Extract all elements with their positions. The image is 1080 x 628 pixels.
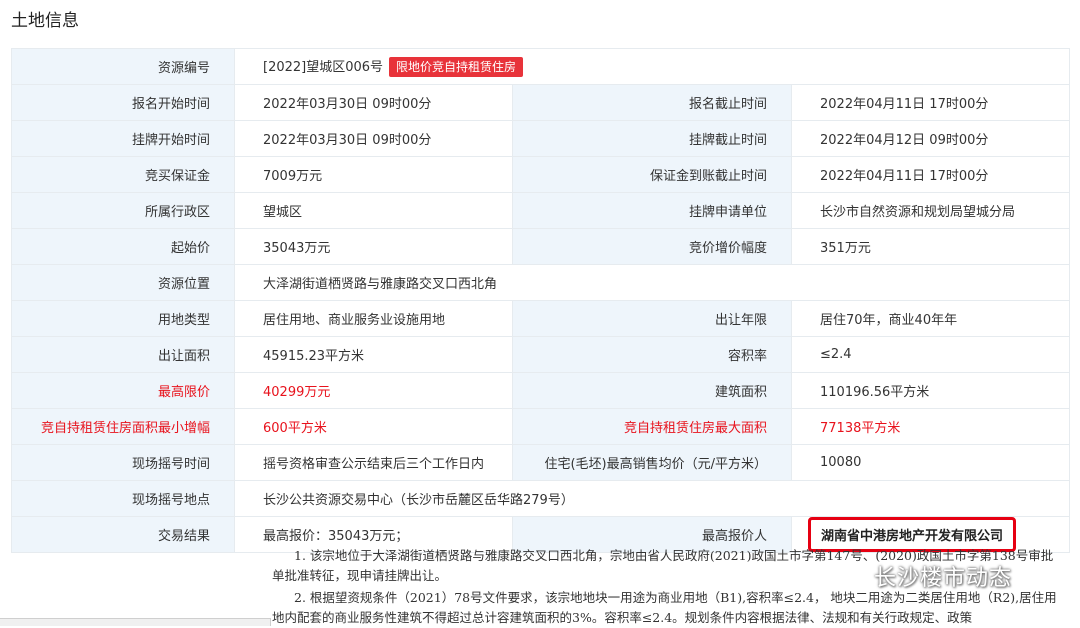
wechat-icon xyxy=(836,564,867,587)
table-cell-label: 竞买保证金 xyxy=(11,156,235,193)
table-cell-value: 大泽湖街道栖贤路与雅康路交叉口西北角 xyxy=(233,264,1071,301)
table-cell-value: 45915.23平方米 xyxy=(234,336,513,373)
max-area-value: 77138平方米 xyxy=(790,408,1071,445)
table-cell-label: 起始价 xyxy=(11,228,235,265)
min-increment-label: 竞自持租赁住房面积最小增幅 xyxy=(11,408,235,445)
table-row: 竞买保证金 7009万元 保证金到账截止时间 2022年04月11日 17时00… xyxy=(11,156,1071,193)
table-row: 挂牌开始时间 2022年03月30日 09时00分 挂牌截止时间 2022年04… xyxy=(11,120,1071,157)
table-cell-label: 挂牌申请单位 xyxy=(512,192,792,229)
table-cell-label: 保证金到账截止时间 xyxy=(512,156,792,193)
table-cell-value: 2022年03月30日 09时00分 xyxy=(234,120,513,157)
table-cell-label: 用地类型 xyxy=(11,300,235,337)
rental-housing-tag: 限地价竞自持租赁住房 xyxy=(389,57,524,78)
table-cell-value: ≤2.4 xyxy=(790,336,1071,373)
table-row: 最高限价 40299万元 建筑面积 110196.56平方米 xyxy=(11,372,1071,409)
table-cell-label: 报名开始时间 xyxy=(11,84,235,121)
table-cell-value: 长沙公共资源交易中心（长沙市岳麓区岳华路279号） xyxy=(233,480,1071,517)
max-price-value: 40299万元 xyxy=(234,372,513,409)
table-cell-label: 出让面积 xyxy=(11,336,235,373)
watermark-text: 长沙楼市动态 xyxy=(874,566,1013,591)
table-cell-value: 351万元 xyxy=(790,228,1071,265)
table-cell-label: 资源位置 xyxy=(11,264,235,301)
table-cell-label: 出让年限 xyxy=(512,300,792,337)
note-paragraph: 2. 根据望资规条件（2021）78号文件要求，该宗地地块一用途为商业用地（B1… xyxy=(272,590,1057,625)
table-cell-value: 7009万元 xyxy=(234,156,513,193)
table-cell-label: 竞价增价幅度 xyxy=(512,228,792,265)
table-cell-value: 2022年04月12日 09时00分 xyxy=(790,120,1071,157)
table-cell-value: 居住70年，商业40年年 xyxy=(790,300,1071,337)
table-cell-value: 摇号资格审查公示结束后三个工作日内 xyxy=(234,444,513,481)
max-area-label: 竞自持租赁住房最大面积 xyxy=(512,408,792,445)
table-cell-label: 容积率 xyxy=(512,336,792,373)
land-info-table: 资源编号 [2022]望城区006号 限地价竞自持租赁住房 报名开始时间 2022… xyxy=(11,48,1071,553)
table-cell-label: 挂牌开始时间 xyxy=(11,120,235,157)
table-cell-value: 35043万元 xyxy=(234,228,513,265)
min-increment-value: 600平方米 xyxy=(234,408,513,445)
table-cell-value: 2022年03月30日 09时00分 xyxy=(234,84,513,121)
resource-id-label: 资源编号 xyxy=(11,48,235,85)
table-cell-label: 现场摇号地点 xyxy=(11,480,235,517)
table-cell-value: 2022年04月11日 17时00分 xyxy=(790,156,1071,193)
table-cell-value: 望城区 xyxy=(234,192,513,229)
table-cell-label: 建筑面积 xyxy=(512,372,792,409)
watermark: 长沙楼市动态 xyxy=(836,560,1012,592)
page-title: 土地信息 xyxy=(11,11,79,31)
table-row: 所属行政区 望城区 挂牌申请单位 长沙市自然资源和规划局望城分局 xyxy=(11,192,1071,229)
table-cell-value: 10080 xyxy=(790,444,1071,481)
table-cell-label: 所属行政区 xyxy=(11,192,235,229)
table-row: 资源编号 [2022]望城区006号 限地价竞自持租赁住房 xyxy=(11,48,1071,85)
max-price-label: 最高限价 xyxy=(11,372,235,409)
table-row: 起始价 35043万元 竞价增价幅度 351万元 xyxy=(11,228,1071,265)
table-cell-label: 挂牌截止时间 xyxy=(512,120,792,157)
table-row: 现场摇号地点 长沙公共资源交易中心（长沙市岳麓区岳华路279号） xyxy=(11,480,1071,517)
table-cell-value: 长沙市自然资源和规划局望城分局 xyxy=(790,192,1071,229)
resource-id-value: [2022]望城区006号 限地价竞自持租赁住房 xyxy=(233,48,1071,85)
table-row: 资源位置 大泽湖街道栖贤路与雅康路交叉口西北角 xyxy=(11,264,1071,301)
table-cell-label: 交易结果 xyxy=(11,516,235,553)
table-cell-value: 110196.56平方米 xyxy=(790,372,1071,409)
table-cell-value: 居住用地、商业服务业设施用地 xyxy=(234,300,513,337)
table-row: 用地类型 居住用地、商业服务业设施用地 出让年限 居住70年，商业40年年 xyxy=(11,300,1071,337)
table-row: 报名开始时间 2022年03月30日 09时00分 报名截止时间 2022年04… xyxy=(11,84,1071,121)
table-cell-label: 报名截止时间 xyxy=(512,84,792,121)
table-row: 竞自持租赁住房面积最小增幅 600平方米 竞自持租赁住房最大面积 77138平方… xyxy=(11,408,1071,445)
table-row: 出让面积 45915.23平方米 容积率 ≤2.4 xyxy=(11,336,1071,373)
table-cell-value: 2022年04月11日 17时00分 xyxy=(790,84,1071,121)
table-cell-label: 现场摇号时间 xyxy=(11,444,235,481)
table-cell-label: 住宅(毛坯)最高销售均价（元/平方米） xyxy=(512,444,792,481)
table-row: 现场摇号时间 摇号资格审查公示结束后三个工作日内 住宅(毛坯)最高销售均价（元/… xyxy=(11,444,1071,481)
